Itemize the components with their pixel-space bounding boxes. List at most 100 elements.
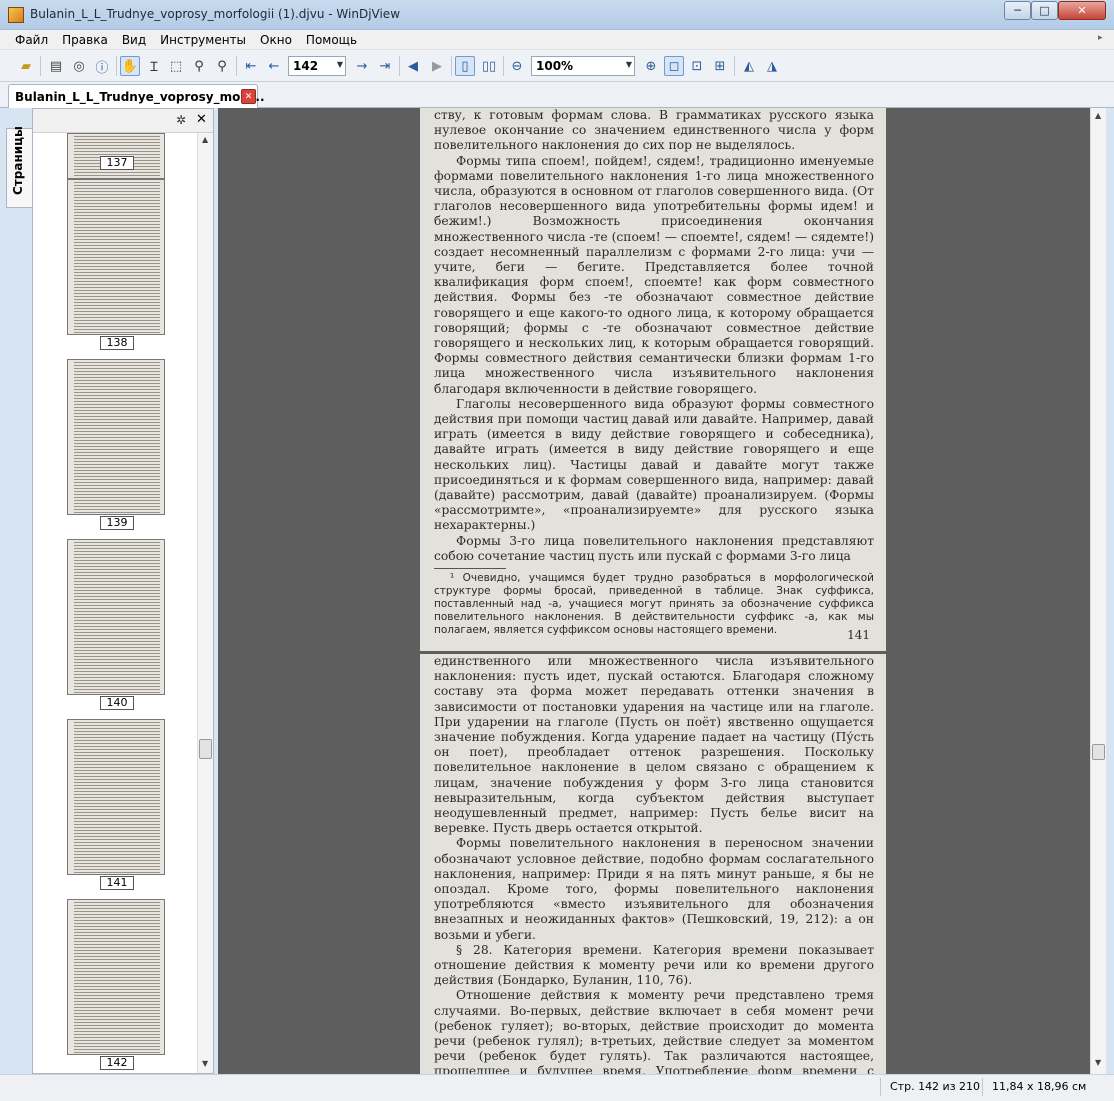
page-text: единственного или множественного числа и… (434, 654, 874, 836)
find-binoculars-icon[interactable]: ◎ (69, 56, 89, 76)
thumbnail-page-140[interactable] (67, 539, 165, 695)
status-divider (982, 1078, 983, 1096)
zoom-value: 100% (536, 59, 574, 73)
toolbar-separator (503, 56, 504, 76)
window-title: Bulanin_L_L_Trudnye_voprosy_morfologii (… (30, 7, 401, 21)
page-text: Формы повелительного наклонения в перено… (434, 836, 874, 942)
close-panel-icon[interactable]: ✕ (196, 112, 207, 127)
pages-side-tab[interactable]: Страницы (6, 126, 32, 208)
thumbnail-page-142[interactable] (67, 899, 165, 1055)
thumbnail-scrollbar[interactable]: ▲ ▼ (197, 133, 213, 1073)
previous-page-icon[interactable]: ← (264, 56, 284, 76)
scroll-down-icon[interactable]: ▼ (1095, 1058, 1101, 1067)
pages-side-tab-label: Страницы (11, 126, 25, 195)
section-heading-text: § 28. Категория времени. Категория време… (434, 942, 874, 988)
single-page-icon[interactable]: ▯ (455, 56, 475, 76)
print-icon[interactable]: ▤ (46, 56, 66, 76)
zoom-out-icon[interactable]: ⊖ (507, 56, 527, 76)
info-icon[interactable]: ⓘ (92, 56, 112, 76)
page-number-combo[interactable]: 142 ▼ (288, 56, 346, 76)
page-text: Формы типа споем!, пойдем!, сядем!, трад… (434, 153, 874, 396)
page-141: ству, к готовым формам слова. В граммати… (420, 108, 886, 651)
scrollbar-thumb[interactable] (199, 739, 212, 759)
zoom-combo[interactable]: 100% ▼ (531, 56, 635, 76)
scroll-up-icon[interactable]: ▲ (202, 135, 208, 144)
back-icon[interactable]: ◀ (403, 56, 423, 76)
page-142: единственного или множественного числа и… (420, 654, 886, 1074)
thumbnail-page-139[interactable] (67, 359, 165, 515)
rect-select-icon[interactable]: ⬚ (166, 56, 186, 76)
menu-file[interactable]: Файл (8, 33, 55, 47)
scroll-up-icon[interactable]: ▲ (1095, 111, 1101, 120)
thumbnail-label: 142 (100, 1056, 134, 1070)
two-page-icon[interactable]: ▯▯ (479, 56, 499, 76)
chevron-down-icon: ▼ (336, 60, 343, 69)
chevron-down-icon: ▼ (625, 60, 632, 69)
close-window-button[interactable]: ✕ (1058, 1, 1106, 20)
gear-icon[interactable]: ✲ (176, 113, 186, 127)
toolbar-separator (734, 56, 735, 76)
toolbar: ▰ ▤ ◎ ⓘ ✋ Ɪ ⬚ ⚲ ⚲ ⇤ ← 142 ▼ → ⇥ ◀ ▶ ▯ ▯▯… (0, 50, 1114, 82)
document-tab-label: Bulanin_L_L_Trudnye_voprosy_morf... (15, 90, 265, 104)
status-page-info: Стр. 142 из 210 (890, 1080, 981, 1093)
hand-tool-icon[interactable]: ✋ (120, 56, 140, 76)
forward-icon[interactable]: ▶ (427, 56, 447, 76)
open-folder-icon[interactable]: ▰ (16, 56, 36, 76)
thumbnail-label: 139 (100, 516, 134, 530)
rotate-left-icon[interactable]: ◭ (739, 56, 759, 76)
menu-view[interactable]: Вид (115, 33, 153, 47)
document-tab-bar: Bulanin_L_L_Trudnye_voprosy_morf... ✕ (0, 82, 1114, 108)
page-text: Глаголы несовершенного вида образуют фор… (434, 396, 874, 533)
fit-width-icon[interactable]: ⊡ (687, 56, 707, 76)
menu-window[interactable]: Окно (253, 33, 299, 47)
page-number-value: 142 (293, 59, 319, 73)
thumbnail-page-138[interactable] (67, 179, 165, 335)
toolbar-separator (451, 56, 452, 76)
rotate-right-icon[interactable]: ◮ (762, 56, 782, 76)
thumbnail-page-141[interactable] (67, 719, 165, 875)
zoom-in-icon[interactable]: ⊕ (641, 56, 661, 76)
status-divider (880, 1078, 881, 1096)
maximize-button[interactable]: □ (1031, 1, 1058, 20)
footnote-text: ¹ Очевидно, учащимся будет трудно разобр… (434, 572, 874, 637)
first-page-icon[interactable]: ⇤ (241, 56, 261, 76)
windjview-app-icon (8, 7, 24, 23)
thumbnail-label: 140 (100, 696, 134, 710)
page-number-label: 141 (847, 628, 870, 642)
scroll-down-icon[interactable]: ▼ (202, 1059, 208, 1068)
thumbnail-panel-header: ✲ ✕ (33, 109, 213, 133)
thumbnail-panel: ✲ ✕ 137 138 139 140 141 142 ▲ ▼ (32, 108, 214, 1074)
menu-bar: Файл Правка Вид Инструменты Окно Помощь … (0, 30, 1114, 50)
next-page-icon[interactable]: → (352, 56, 372, 76)
document-vertical-scrollbar[interactable]: ▲ ▼ (1090, 108, 1106, 1074)
menu-tools[interactable]: Инструменты (153, 33, 253, 47)
page-text: Формы 3-го лица повелительного наклонени… (434, 533, 874, 563)
document-view[interactable]: ству, к готовым формам слова. В граммати… (218, 108, 1090, 1074)
thumbnail-label: 138 (100, 336, 134, 350)
close-tab-icon[interactable]: ✕ (241, 89, 256, 104)
toolbar-separator (236, 56, 237, 76)
thumbnail-label: 137 (100, 156, 134, 170)
minimize-button[interactable]: ─ (1004, 1, 1031, 20)
status-page-size: 11,84 x 18,96 см (992, 1080, 1087, 1093)
toolbar-separator (116, 56, 117, 76)
magnifier-icon[interactable]: ⚲ (212, 56, 232, 76)
last-page-icon[interactable]: ⇥ (375, 56, 395, 76)
document-tab[interactable]: Bulanin_L_L_Trudnye_voprosy_morf... ✕ (8, 84, 265, 108)
footnote-divider (434, 568, 506, 570)
text-select-icon[interactable]: Ɪ (144, 56, 164, 76)
fit-page-icon[interactable]: ◻ (664, 56, 684, 76)
scrollbar-thumb[interactable] (1092, 744, 1105, 760)
menu-edit[interactable]: Правка (55, 33, 115, 47)
menu-overflow-icon[interactable]: ▸ (1098, 33, 1108, 47)
zoom-rect-icon[interactable]: ⚲ (189, 56, 209, 76)
menu-help[interactable]: Помощь (299, 33, 364, 47)
page-text: ству, к готовым формам слова. В граммати… (434, 108, 874, 153)
toolbar-separator (399, 56, 400, 76)
page-text: Отношение действия к моменту речи предст… (434, 988, 874, 1074)
toolbar-separator (40, 56, 41, 76)
title-bar: Bulanin_L_L_Trudnye_voprosy_morfologii (… (0, 0, 1114, 30)
thumbnail-label: 141 (100, 876, 134, 890)
actual-size-icon[interactable]: ⊞ (710, 56, 730, 76)
status-bar: Стр. 142 из 210 11,84 x 18,96 см (0, 1074, 1114, 1101)
